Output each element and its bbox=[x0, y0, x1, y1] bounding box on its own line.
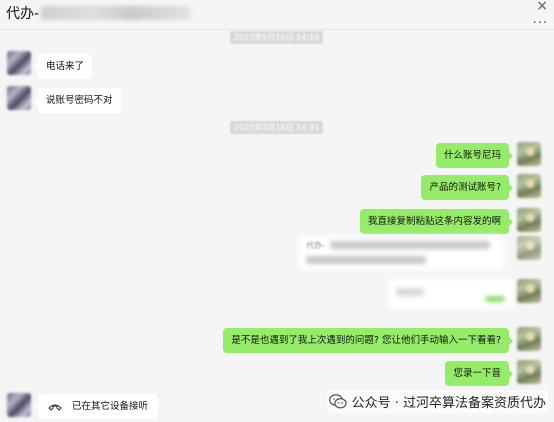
user-avatar[interactable] bbox=[517, 279, 541, 303]
message-bubble-sent: 产品的测试账号? bbox=[421, 175, 513, 200]
message-bubble-sent: 是不是也遇到了我上次遇到的问题? 您让他们手动输入一下看看? bbox=[223, 328, 513, 353]
watermark: 公众号 · 过河卒算法备案资质代办 bbox=[326, 390, 548, 413]
timestamp: 2025年5月16日 14:31 bbox=[230, 121, 324, 134]
message-bubble-sent: 我直接复制粘贴这条内容发的啊 bbox=[359, 209, 514, 234]
message-bubble-received: 说账号密码不对 bbox=[34, 88, 121, 113]
user-avatar[interactable] bbox=[517, 327, 541, 351]
chat-title-wrap: 代办- bbox=[6, 3, 192, 23]
quote-sender: 代办- bbox=[306, 241, 325, 250]
phone-hangup-icon bbox=[48, 402, 62, 412]
timestamp: 2025年5月10日 14:10 bbox=[230, 31, 324, 44]
user-avatar[interactable] bbox=[517, 174, 541, 198]
redacted-name bbox=[41, 6, 192, 20]
contact-avatar[interactable] bbox=[7, 86, 31, 110]
chat-title: 代办- bbox=[6, 6, 40, 22]
user-avatar[interactable] bbox=[517, 208, 541, 232]
contact-avatar[interactable] bbox=[7, 393, 31, 417]
message-bubble-sent: 您录一下音 bbox=[445, 361, 513, 386]
user-avatar[interactable] bbox=[517, 142, 541, 166]
chat-header: 代办- × ... bbox=[0, 0, 554, 30]
call-status-text: 已在其它设备接听 bbox=[72, 401, 149, 412]
wechat-icon bbox=[328, 394, 347, 409]
watermark-text: 公众号 · 过河卒算法备案资质代办 bbox=[351, 396, 546, 411]
more-options-icon[interactable]: ... bbox=[533, 12, 548, 27]
contact-avatar[interactable] bbox=[7, 51, 31, 75]
message-bubble-received: 电话来了 bbox=[33, 54, 93, 79]
message-bubble-sent: 什么账号尼玛 bbox=[435, 143, 514, 168]
user-avatar[interactable] bbox=[517, 360, 541, 384]
user-avatar[interactable] bbox=[517, 236, 541, 260]
call-record-bubble[interactable]: 已在其它设备接听 bbox=[33, 394, 159, 419]
